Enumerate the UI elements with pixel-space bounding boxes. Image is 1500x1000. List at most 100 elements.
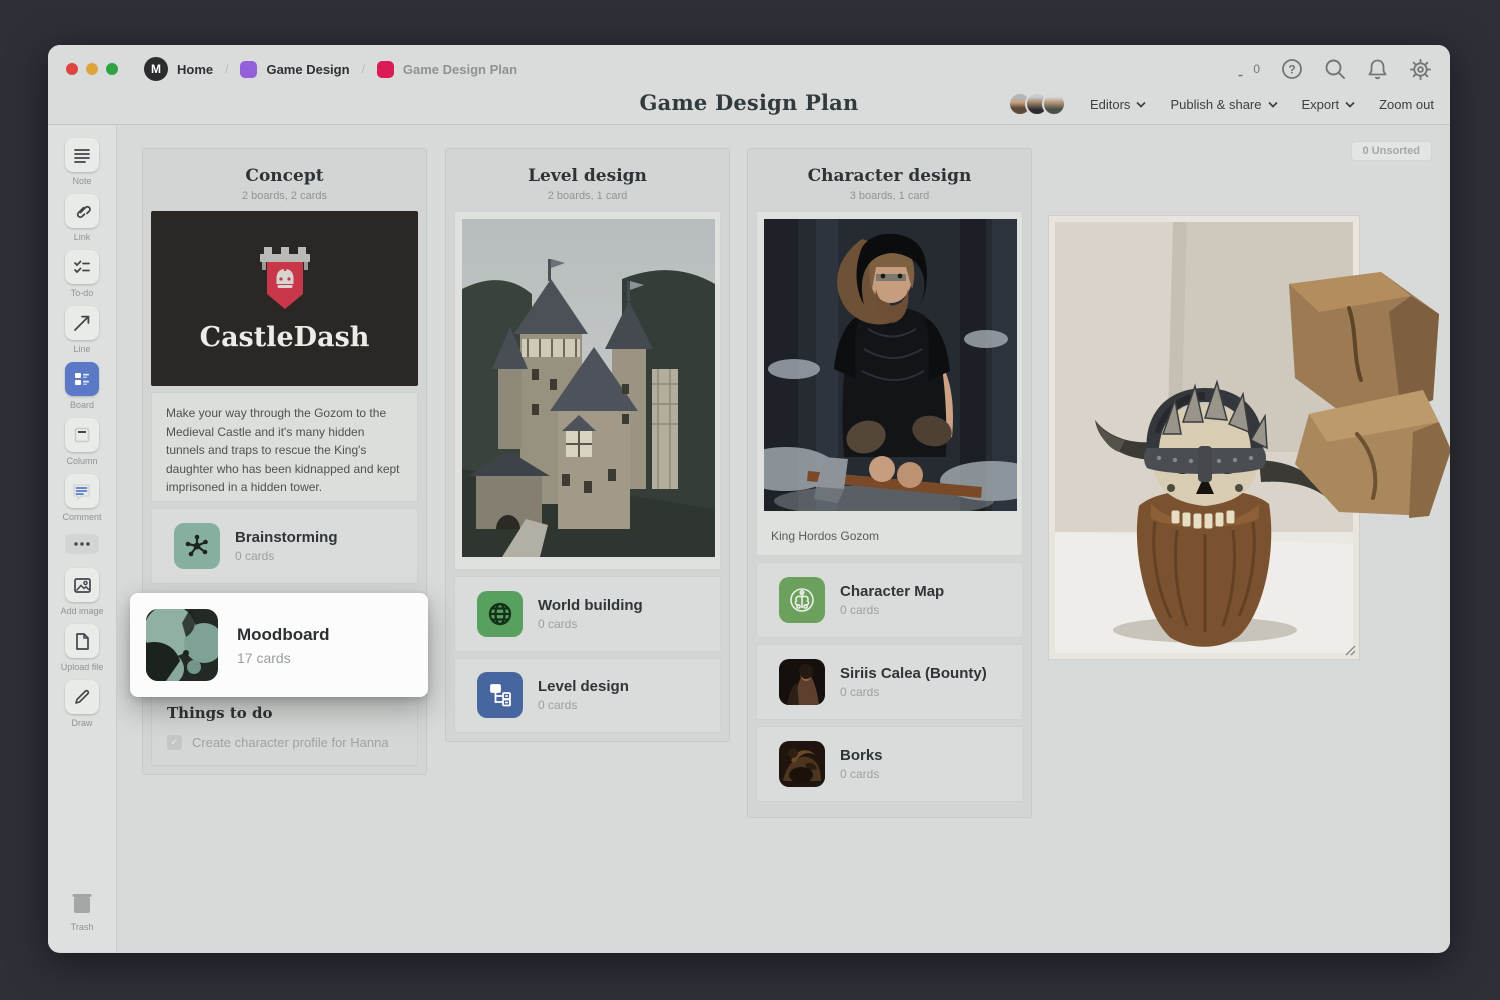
zoom-out-button[interactable]: Zoom out <box>1379 97 1434 112</box>
level-design-board-icon <box>477 672 523 718</box>
tool-draw[interactable]: Draw <box>65 680 99 728</box>
breadcrumb-game-design[interactable]: Game Design <box>266 62 349 77</box>
tool-line[interactable]: Line <box>65 306 99 354</box>
tool-note[interactable]: Note <box>65 138 99 186</box>
header: M Home / Game Design / Game Design Plan … <box>48 45 1450 125</box>
note-icon <box>72 145 92 165</box>
castle-photo-card[interactable] <box>454 211 721 570</box>
board-chip-purple-icon[interactable] <box>240 61 257 78</box>
column-title[interactable]: Character design <box>756 166 1023 186</box>
line-icon <box>71 312 93 334</box>
siriis-calea-thumbnail <box>779 659 825 705</box>
more-tools-button[interactable] <box>65 534 99 554</box>
maximize-window-button[interactable] <box>106 63 118 75</box>
tool-upload-file-label: Upload file <box>61 662 104 672</box>
borks-thumbnail <box>779 741 825 787</box>
column-character-design[interactable]: Character design 3 boards, 1 card <box>747 148 1032 818</box>
tool-add-image[interactable]: Add image <box>60 568 103 616</box>
trash-icon <box>67 888 97 918</box>
breadcrumb: M Home / Game Design / Game Design Plan <box>144 57 517 81</box>
board-name: Level design <box>538 678 629 695</box>
tool-todo[interactable]: To-do <box>65 250 99 298</box>
unsorted-badge[interactable]: 0 Unsorted <box>1351 141 1432 161</box>
column-title[interactable]: Level design <box>454 166 721 186</box>
tool-link-label: Link <box>74 232 91 242</box>
chevron-down-icon <box>1136 101 1146 108</box>
trash-dropzone[interactable]: Trash <box>67 888 97 932</box>
notifications-button[interactable] <box>1367 58 1388 80</box>
tool-upload-file[interactable]: Upload file <box>61 624 104 672</box>
things-to-do-card[interactable]: Things to do ✓ Create character profile … <box>151 692 418 766</box>
help-icon: ? <box>1281 58 1303 80</box>
board-count: 0 cards <box>538 617 643 631</box>
column-subtitle: 2 boards, 2 cards <box>151 190 418 202</box>
column-icon <box>72 425 92 445</box>
phone-icon <box>1233 58 1248 80</box>
tool-comment[interactable]: Comment <box>62 474 101 522</box>
concept-note-card[interactable]: Make your way through the Gozom to the M… <box>151 392 418 502</box>
world-building-board-icon <box>477 591 523 637</box>
traffic-lights <box>66 63 118 75</box>
column-title[interactable]: Concept <box>151 166 418 186</box>
tool-column-label: Column <box>66 456 97 466</box>
publish-share-label: Publish & share <box>1170 97 1261 112</box>
breadcrumb-separator: / <box>225 62 228 76</box>
publish-share-menu[interactable]: Publish & share <box>1170 97 1277 112</box>
board-brainstorming[interactable]: Brainstorming 0 cards <box>151 508 418 584</box>
viking-photo-card[interactable]: King Hordos Gozom <box>756 211 1023 556</box>
help-button[interactable]: ? <box>1281 58 1303 80</box>
gear-icon <box>1409 58 1432 81</box>
tool-add-image-label: Add image <box>60 606 103 616</box>
mobile-devices-button[interactable]: 0 <box>1233 58 1260 80</box>
tool-column[interactable]: Column <box>65 418 99 466</box>
board-name: Character Map <box>840 583 944 600</box>
bell-icon <box>1367 58 1388 80</box>
export-menu[interactable]: Export <box>1302 97 1356 112</box>
column-subtitle: 3 boards, 1 card <box>756 190 1023 202</box>
board-siriis-calea[interactable]: Siriis Calea (Bounty) 0 cards <box>756 644 1023 720</box>
search-button[interactable] <box>1324 58 1346 80</box>
draw-icon <box>72 687 92 707</box>
board-count: 0 cards <box>840 603 944 617</box>
board-borks[interactable]: Borks 0 cards <box>756 726 1023 802</box>
search-icon <box>1324 58 1346 80</box>
skull-photo-card[interactable] <box>1048 215 1360 660</box>
tool-line-label: Line <box>73 344 90 354</box>
tool-board-label: Board <box>70 400 94 410</box>
column-level-design[interactable]: Level design 2 boards, 1 card <box>445 148 730 742</box>
tool-note-label: Note <box>72 176 91 186</box>
board-count: 0 cards <box>538 698 629 712</box>
editor-avatars[interactable] <box>1008 92 1066 116</box>
brainstorming-board-icon <box>174 523 220 569</box>
resize-handle[interactable] <box>1342 642 1356 656</box>
board-world-building[interactable]: World building 0 cards <box>454 576 721 652</box>
link-icon <box>72 201 92 221</box>
board-canvas[interactable]: 0 Unsorted Concept 2 boards, 2 cards <box>117 125 1450 952</box>
settings-button[interactable] <box>1409 58 1432 81</box>
tool-board[interactable]: Board <box>65 362 99 410</box>
minimize-window-button[interactable] <box>86 63 98 75</box>
chevron-down-icon <box>1345 101 1355 108</box>
tool-link[interactable]: Link <box>65 194 99 242</box>
close-window-button[interactable] <box>66 63 78 75</box>
breadcrumb-home[interactable]: Home <box>177 62 213 77</box>
avatar <box>1042 92 1066 116</box>
castledash-wordmark: CastleDash <box>200 322 370 353</box>
ellipsis-icon <box>73 541 91 547</box>
board-name: Siriis Calea (Bounty) <box>840 665 987 682</box>
castledash-logo-card[interactable]: CastleDash <box>151 211 418 386</box>
moodboard-thumbnail <box>146 609 218 681</box>
tool-sidebar: Note Link To-do Line Board Column <box>48 125 117 952</box>
board-chip-crimson-icon[interactable] <box>377 61 394 78</box>
editors-menu[interactable]: Editors <box>1090 97 1146 112</box>
breadcrumb-current: Game Design Plan <box>403 62 517 77</box>
board-character-map[interactable]: Character Map 0 cards <box>756 562 1023 638</box>
moodboard-card-dragging[interactable]: Moodboard 17 cards <box>130 593 428 697</box>
app-logo-icon[interactable]: M <box>144 57 168 81</box>
trash-label: Trash <box>71 922 94 932</box>
app-window: M Home / Game Design / Game Design Plan … <box>48 45 1450 953</box>
todo-checkbox[interactable]: ✓ <box>167 735 182 750</box>
add-image-icon <box>72 575 93 596</box>
board-count: 0 cards <box>840 767 883 781</box>
board-level-design[interactable]: Level design 0 cards <box>454 658 721 734</box>
